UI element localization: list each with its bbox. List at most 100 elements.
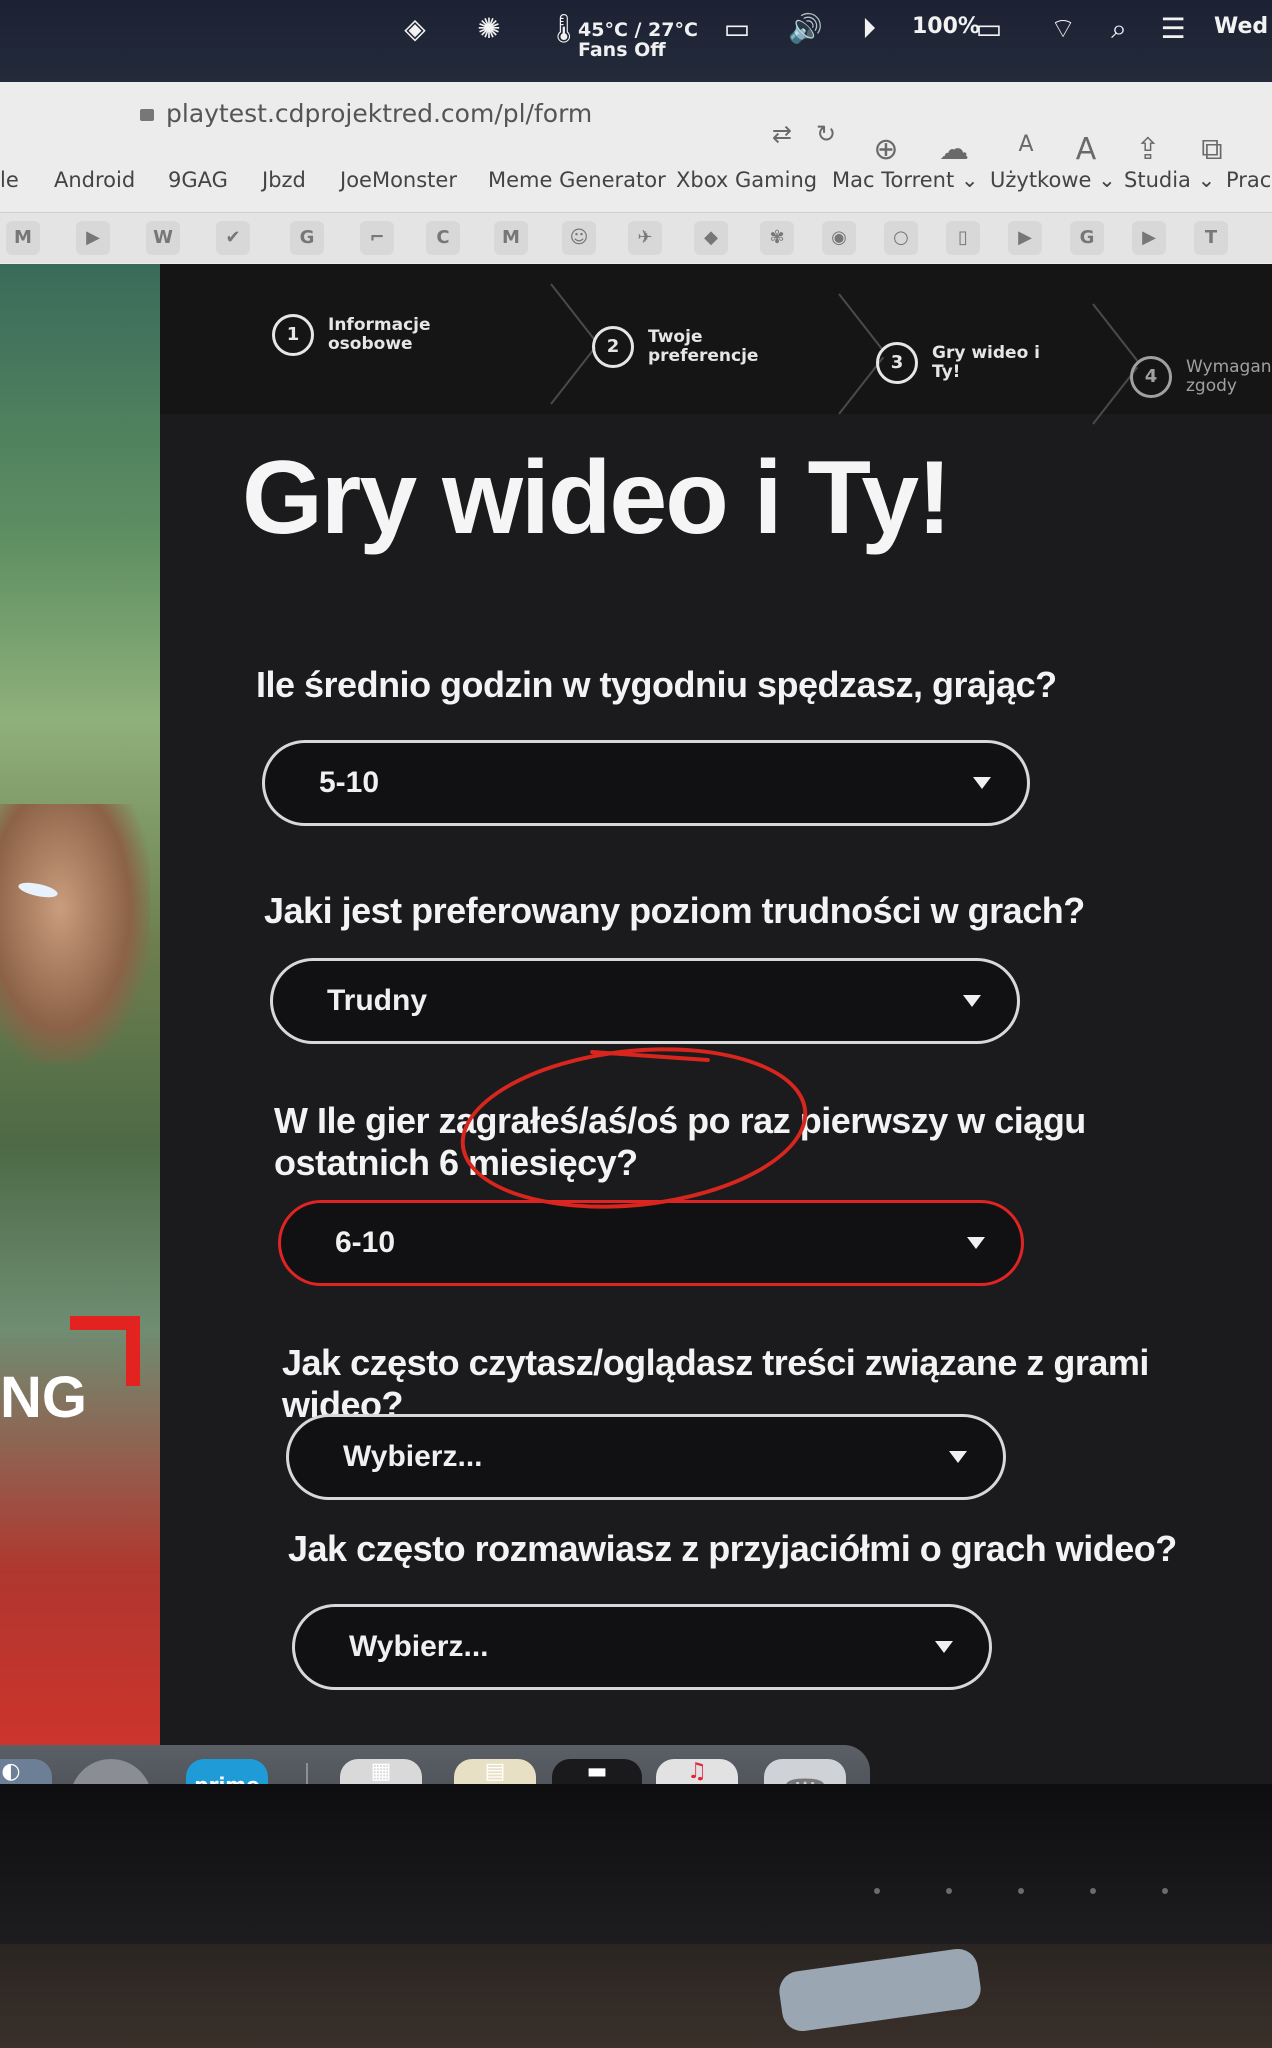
menu-bar: ◈ ✺ 🌡 45°C / 27°C Fans Off ▭ 🔊 ⏵ 100% ▭ …	[0, 0, 1272, 82]
step-divider	[1092, 304, 1094, 424]
battery-percent: 100%	[912, 14, 980, 39]
wordpress-icon[interactable]: W	[146, 221, 180, 255]
bookmark-item[interactable]: le	[0, 168, 19, 192]
document-icon[interactable]: ▯	[946, 221, 980, 255]
artwork-logo-text: NG	[0, 1365, 87, 1430]
battery-icon[interactable]: ▭	[972, 12, 1006, 46]
openai-icon[interactable]: ✾	[760, 221, 794, 255]
progress-stepper: 1 Informacje osobowe 2 Twoje preferencje…	[160, 264, 1272, 414]
text-smaller-button[interactable]: A	[1006, 132, 1046, 157]
plane-icon[interactable]: ✈	[628, 221, 662, 255]
bookmark-praca[interactable]: Praca	[1226, 168, 1272, 192]
fans-status: Fans Off	[578, 39, 666, 61]
bookmark-uzytkowe[interactable]: Użytkowe ⌄	[990, 168, 1116, 192]
selected-value: Trudny	[327, 984, 428, 1017]
screen-mirror-icon[interactable]: ▭	[720, 12, 754, 46]
step-2[interactable]: 2 Twoje preferencje	[592, 326, 758, 368]
desk-surface	[0, 1944, 1272, 2048]
volume-icon[interactable]: 🔊	[788, 12, 823, 46]
bookmark-9gag[interactable]: 9GAG	[168, 168, 228, 192]
youtube-icon[interactable]: ▶	[76, 221, 110, 255]
diamond-icon[interactable]: ◆	[694, 221, 728, 255]
share-icon[interactable]: ⇪	[1128, 132, 1168, 167]
bezel-button	[1162, 1888, 1168, 1894]
monitor-bezel	[0, 1784, 1272, 1944]
games-played-select[interactable]: 6-10	[278, 1200, 1024, 1286]
thermometer-icon[interactable]: 🌡	[546, 12, 582, 46]
difficulty-select[interactable]: Trudny	[270, 958, 1020, 1044]
video-icon[interactable]: ▶	[1008, 221, 1042, 255]
step-3[interactable]: 3 Gry wideo i Ty!	[876, 342, 1042, 384]
cloud-icon[interactable]: ☁	[934, 132, 974, 167]
friends-frequency-select[interactable]: Wybierz...	[292, 1604, 992, 1690]
step-number: 4	[1130, 356, 1172, 398]
browser-chrome: playtest.cdprojektred.com/pl/form ⇄ ↻ ⊕ …	[0, 82, 1272, 264]
url-text: playtest.cdprojektred.com/pl/form	[166, 99, 593, 128]
content-frequency-select[interactable]: Wybierz...	[286, 1414, 1006, 1500]
bezel-button	[1018, 1888, 1024, 1894]
person-icon[interactable]: ☺	[562, 221, 596, 255]
selected-value: 6-10	[335, 1226, 396, 1259]
step-divider	[550, 284, 552, 404]
tool-icon[interactable]: ⌐	[360, 221, 394, 255]
google-icon[interactable]: G	[290, 221, 324, 255]
step-4[interactable]: 4 Wymagane zgody	[1130, 356, 1272, 398]
lock-icon	[140, 109, 154, 121]
temperature-readout[interactable]: 45°C / 27°C Fans Off	[578, 20, 698, 60]
bookmark-meme-generator[interactable]: Meme Generator	[488, 168, 666, 192]
bezel-button	[874, 1888, 880, 1894]
gmail-icon[interactable]: M	[6, 221, 40, 255]
chevron-down-icon	[949, 1451, 967, 1463]
question-label-friends-frequency: Jak często rozmawiasz z przyjaciółmi o g…	[288, 1528, 1177, 1569]
circle-icon[interactable]: ○	[884, 221, 918, 255]
bezel-button	[1090, 1888, 1096, 1894]
youtube-icon-2[interactable]: ▶	[1132, 221, 1166, 255]
bookmark-mac-torrent[interactable]: Mac Torrent ⌄	[832, 168, 979, 192]
bookmark-android[interactable]: Android	[54, 168, 135, 192]
address-bar[interactable]: playtest.cdprojektred.com/pl/form	[140, 94, 840, 134]
menubar-date[interactable]: Wed 2	[1214, 14, 1272, 39]
bookmarks-bar: le Android 9GAG Jbzd JoeMonster Meme Gen…	[0, 168, 1272, 208]
search-icon[interactable]: ⌕	[1102, 12, 1136, 46]
step-divider	[838, 294, 840, 414]
wifi-icon[interactable]: ⌔	[1046, 12, 1080, 46]
control-center-icon[interactable]: ☰	[1156, 12, 1190, 46]
tabs-icon[interactable]: ⧉	[1192, 132, 1232, 167]
bookmark-studia[interactable]: Studia ⌄	[1124, 168, 1215, 192]
m-app-icon[interactable]: M	[494, 221, 528, 255]
temperature-value: 45°C / 27°C	[578, 19, 698, 41]
step-label: Informacje osobowe	[328, 315, 431, 354]
question-label-hours: Ile średnio godzin w tygodniu spędzasz, …	[256, 664, 1057, 705]
steam-icon[interactable]: ◉	[822, 221, 856, 255]
favorites-bar: M ▶ W ✔ G ⌐ C M ☺ ✈ ◆ ✾ ◉ ○ ▯ ▶ G ▶ T	[0, 212, 1272, 263]
bookmark-xbox-gaming[interactable]: Xbox Gaming	[676, 168, 817, 192]
download-icon[interactable]: ⊕	[866, 132, 906, 167]
question-label-difficulty: Jaki jest preferowany poziom trudności w…	[264, 890, 1085, 931]
step-number: 3	[876, 342, 918, 384]
artwork-face	[0, 804, 150, 1064]
text-larger-button[interactable]: A	[1066, 132, 1106, 167]
hours-per-week-select[interactable]: 5-10	[262, 740, 1030, 826]
g-app-icon[interactable]: G	[1070, 221, 1104, 255]
chevron-down-icon	[967, 1237, 985, 1249]
play-icon[interactable]: ⏵	[852, 12, 886, 46]
reload-icon[interactable]: ↻	[806, 120, 846, 148]
bookmark-icon[interactable]: ✔	[216, 221, 250, 255]
page-title: Gry wideo i Ty!	[242, 440, 952, 556]
bookmark-jbzd[interactable]: Jbzd	[262, 168, 306, 192]
step-1[interactable]: 1 Informacje osobowe	[272, 314, 438, 356]
step-label: Gry wideo i Ty!	[932, 343, 1040, 382]
chevron-down-icon	[973, 777, 991, 789]
selected-value: Wybierz...	[349, 1630, 489, 1663]
bookmark-joemonster[interactable]: JoeMonster	[340, 168, 457, 192]
witcher-artwork: NG	[0, 264, 160, 1784]
red-circle-annotation	[452, 1031, 816, 1225]
steelseries-icon[interactable]: ✺	[472, 12, 506, 46]
translate-icon[interactable]: ⇄	[762, 120, 802, 148]
selected-value: 5-10	[319, 766, 380, 799]
t-app-icon[interactable]: T	[1194, 221, 1228, 255]
c-app-icon[interactable]: C	[426, 221, 460, 255]
app-status-icon[interactable]: ◈	[398, 12, 432, 46]
survey-form: 1 Informacje osobowe 2 Twoje preferencje…	[160, 264, 1272, 1784]
chevron-down-icon	[935, 1641, 953, 1653]
